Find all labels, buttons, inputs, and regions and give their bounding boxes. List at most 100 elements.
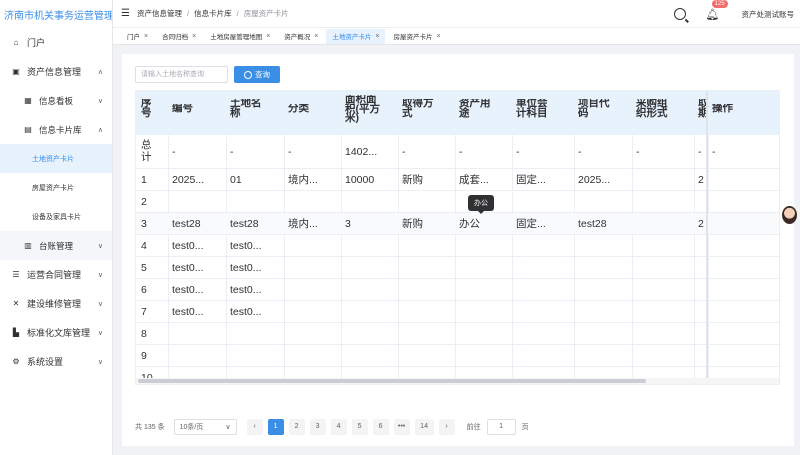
- search-button[interactable]: 查询: [234, 66, 280, 83]
- column-header[interactable]: 采购组 织形式: [636, 99, 696, 118]
- search-button-label: 查询: [255, 70, 270, 79]
- table-cell: 境内...: [288, 174, 318, 186]
- close-icon[interactable]: ×: [144, 33, 148, 40]
- search-icon[interactable]: [673, 8, 686, 20]
- page-button[interactable]: 5: [351, 418, 368, 435]
- table-row[interactable]: 5 test0... test0...: [136, 257, 779, 279]
- column-header[interactable]: 资产用途: [459, 99, 513, 118]
- close-icon[interactable]: ×: [266, 33, 270, 40]
- sidebar-item-asset-management[interactable]: ▣ 资产信息管理 ∧: [0, 57, 112, 86]
- table-row[interactable]: 4 test0... test0...: [136, 235, 779, 257]
- prev-page-button[interactable]: ‹: [246, 418, 263, 435]
- goto-label: 前往: [466, 423, 481, 431]
- table-cell: test0...: [230, 262, 262, 274]
- tab-land-house-map[interactable]: 土地房屋管理地图 ×: [204, 29, 276, 44]
- tab-asset-overview[interactable]: 资产概况 ×: [278, 29, 324, 44]
- sidebar-item-land-card[interactable]: 土地资产卡片: [0, 144, 112, 173]
- page-size-select[interactable]: 10条/页 ∨: [173, 418, 237, 435]
- sidebar-item-contract[interactable]: ☰ 运营合同管理 ∨: [0, 260, 112, 289]
- tab-house-card[interactable]: 房屋资产卡片 ×: [387, 29, 446, 44]
- table-cell: 2: [141, 196, 147, 208]
- column-header[interactable]: 面积面 积(平方 米): [345, 95, 399, 124]
- page-button[interactable]: 2: [288, 418, 305, 435]
- table-row[interactable]: 7 test0... test0...: [136, 301, 779, 323]
- column-header-line: 米): [345, 112, 359, 124]
- search-input[interactable]: [135, 66, 228, 83]
- chevron-down-icon: ∨: [225, 423, 231, 431]
- tab-portal[interactable]: 门户 ×: [121, 29, 154, 44]
- table-cell: test0...: [172, 284, 204, 296]
- page-button[interactable]: 4: [330, 418, 347, 435]
- column-header[interactable]: 土地名称: [230, 99, 285, 118]
- page-button[interactable]: 14: [414, 418, 434, 435]
- table-row[interactable]: 9: [136, 345, 779, 367]
- close-icon[interactable]: ×: [314, 33, 318, 40]
- sidebar-item-portal[interactable]: ⌂ 门户: [0, 28, 112, 57]
- assistant-avatar[interactable]: [782, 206, 797, 224]
- page-button[interactable]: 3: [309, 418, 326, 435]
- table-row[interactable]: 8: [136, 323, 779, 345]
- tab-label: 门户: [127, 34, 140, 41]
- chevron-down-icon: ∨: [97, 358, 103, 366]
- page-button[interactable]: 6: [372, 418, 389, 435]
- goto-page-input[interactable]: [486, 418, 516, 435]
- sidebar-item-construction[interactable]: ✕ 建设维修管理 ∨: [0, 289, 112, 318]
- table-row[interactable]: 1 2025... 01 境内... 10000 新购 成套... 固定... 2025... 2: [136, 169, 779, 191]
- asset-icon: ▣: [12, 67, 20, 76]
- column-header-line: 称: [230, 106, 241, 118]
- column-header[interactable]: 序号: [141, 99, 169, 118]
- column-header-line: 织形式: [636, 106, 668, 118]
- close-icon[interactable]: ×: [192, 33, 196, 40]
- sidebar-item-card-library[interactable]: ▤ 信息卡片库 ∧: [0, 115, 112, 144]
- sidebar: 济南市机关事务运营管理系统 ⌂ 门户 ▣ 资产信息管理 ∧ ▦ 信息看板 ∨ ▤…: [0, 0, 113, 455]
- sidebar-item-settings[interactable]: ⚙ 系统设置 ∨: [0, 347, 112, 376]
- wrench-icon: ✕: [12, 299, 20, 308]
- table-cell: 5: [141, 262, 147, 274]
- table-total-row[interactable]: 总计 - - -1402... - - - - - - -: [136, 135, 779, 169]
- column-header[interactable]: 编号: [172, 104, 227, 114]
- table-cell: 4: [141, 240, 147, 252]
- close-icon[interactable]: ×: [436, 33, 440, 40]
- main-panel: 查询 序号编号 土地名称分类 面积面积(平方米)取得方式资产用途单位会计科目项目代码…: [122, 54, 794, 446]
- sidebar-item-info-dashboard[interactable]: ▦ 信息看板 ∨: [0, 86, 112, 115]
- table-cell: -: [459, 146, 463, 158]
- column-header[interactable]: 项目代码: [578, 99, 633, 118]
- page-size-value: 10条/页: [179, 423, 204, 431]
- chevron-down-icon: ∨: [97, 242, 103, 250]
- table-cell: test0...: [172, 262, 204, 274]
- sidebar-item-label: 标准化文库管理: [27, 328, 91, 338]
- breadcrumb-item[interactable]: 信息卡片库: [194, 8, 232, 19]
- sidebar-item-standard-library[interactable]: ▙ 标准化文库管理 ∨: [0, 318, 112, 347]
- page-button[interactable]: 1: [267, 418, 284, 435]
- table-cell: -: [288, 146, 292, 158]
- sidebar-item-ledger[interactable]: ▥ 台账管理 ∨: [0, 231, 112, 260]
- bell-icon[interactable]: 🔔︎ 125: [706, 0, 728, 21]
- tab-contract-archive[interactable]: 合同归档 ×: [156, 29, 202, 44]
- column-header[interactable]: 分类: [288, 104, 342, 114]
- close-icon[interactable]: ×: [375, 33, 379, 40]
- tab-land-card[interactable]: 土地资产卡片 ×: [326, 28, 386, 44]
- sidebar-item-label: 建设维修管理: [27, 299, 82, 309]
- next-page-button[interactable]: ›: [438, 418, 455, 435]
- breadcrumb-item[interactable]: 资产信息管理: [137, 8, 182, 19]
- more-pages-button[interactable]: •••: [393, 418, 410, 435]
- column-header[interactable]: 单位会 计科目: [516, 99, 574, 118]
- settings-icon: ⚙: [12, 357, 20, 366]
- breadcrumb-separator: /: [236, 9, 239, 18]
- sidebar-item-label: 门户: [27, 38, 46, 48]
- menu-toggle-icon[interactable]: ☰: [121, 8, 131, 19]
- table-row[interactable]: 6 test0... test0...: [136, 279, 779, 301]
- sidebar-item-label: 土地资产卡片: [32, 155, 74, 163]
- horizontal-scrollbar[interactable]: [136, 378, 779, 384]
- sidebar-item-label: 台账管理: [39, 240, 74, 251]
- table-row[interactable]: 3 test28 test28 境内... 3 新购 办公 固定... test28 2: [136, 213, 779, 235]
- scrollbar-thumb[interactable]: [138, 379, 646, 383]
- table-row[interactable]: 2: [136, 191, 779, 213]
- table-cell: 01: [230, 174, 242, 186]
- sidebar-item-house-card[interactable]: 房屋资产卡片: [0, 173, 112, 202]
- table-cell: test0...: [230, 240, 262, 252]
- account-name[interactable]: 资产处测试账号: [742, 9, 795, 20]
- column-header[interactable]: 取得方式: [402, 99, 456, 118]
- sidebar-item-equipment-card[interactable]: 设备及家具卡片: [0, 202, 112, 231]
- data-table: 序号编号 土地名称分类 面积面 积(平方 米) 取得方式资产用途单位会 计科目 项目代码采购组…: [135, 90, 780, 385]
